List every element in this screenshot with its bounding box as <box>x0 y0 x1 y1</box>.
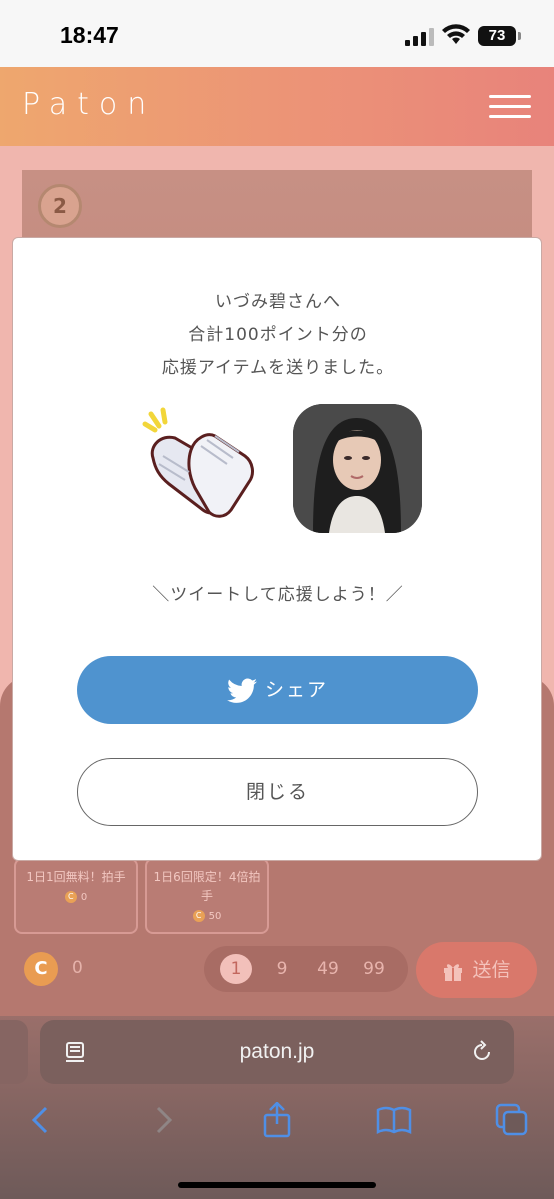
address-bar[interactable]: paton.jp <box>40 1020 514 1084</box>
tabs-icon[interactable] <box>494 1102 530 1138</box>
quantity-option-49[interactable]: 49 <box>308 954 348 984</box>
share-icon[interactable] <box>259 1102 295 1138</box>
home-indicator <box>178 1182 376 1188</box>
twitter-share-button[interactable]: シェア <box>77 656 478 724</box>
wifi-icon <box>442 24 470 44</box>
hamburger-menu-icon[interactable] <box>489 95 531 119</box>
status-time: 18:47 <box>60 22 119 48</box>
quantity-option-9[interactable]: 9 <box>266 954 298 984</box>
portrait-image <box>293 404 422 533</box>
browser-toolbar: paton.jp <box>0 1016 554 1199</box>
tweet-prompt: ＼ツイートして応援しよう！／ <box>152 585 404 605</box>
coin-icon: C <box>192 910 205 922</box>
gift-item-free-clap[interactable]: 1日1回無料！拍手 C0 <box>14 858 138 934</box>
app-header: Paton <box>0 67 554 146</box>
coin-balance: 0 <box>72 958 83 978</box>
gift-icon <box>444 963 463 981</box>
cellular-signal-icon <box>405 28 434 46</box>
previous-tab-stub[interactable] <box>0 1020 28 1084</box>
quantity-option-99[interactable]: 99 <box>354 954 394 984</box>
twitter-bird-icon <box>226 677 257 703</box>
battery-indicator: 73 <box>478 26 521 46</box>
send-button[interactable]: 送信 <box>416 942 537 998</box>
coin-icon: C <box>24 952 58 986</box>
bookmarks-icon[interactable] <box>376 1102 412 1138</box>
gift-item-price: C0 <box>16 891 136 903</box>
modal-message: いづみ碧さんへ 合計100ポイント分の 応援アイテムを送りました。 <box>161 292 395 378</box>
forward-icon[interactable] <box>144 1102 180 1138</box>
quantity-option-1[interactable]: 1 <box>220 954 252 984</box>
gift-item-label: 1日6回限定！4倍拍手 <box>153 870 261 903</box>
clapping-hands-icon <box>142 407 254 518</box>
gift-item-price: C 50 <box>147 910 267 922</box>
close-button[interactable]: 閉じる <box>77 758 478 826</box>
gift-item-label: 1日1回無料！拍手 <box>26 870 126 884</box>
rank-badge: 2 <box>38 184 82 228</box>
coin-icon: C <box>64 891 77 903</box>
support-sent-modal: いづみ碧さんへ 合計100ポイント分の 応援アイテムを送りました。 ＼ツイートし… <box>12 237 542 861</box>
url-text: paton.jp <box>239 1040 315 1063</box>
creator-avatar <box>293 404 422 533</box>
gift-item-4x-clap[interactable]: 1日6回限定！4倍拍手 C 50 <box>145 858 269 934</box>
paton-logo[interactable]: Paton <box>22 87 156 122</box>
status-bar: 18:47 73 <box>0 0 554 67</box>
quantity-selector: 1 9 49 99 <box>204 946 408 992</box>
back-icon[interactable] <box>24 1102 60 1138</box>
reload-icon[interactable] <box>470 1040 494 1064</box>
